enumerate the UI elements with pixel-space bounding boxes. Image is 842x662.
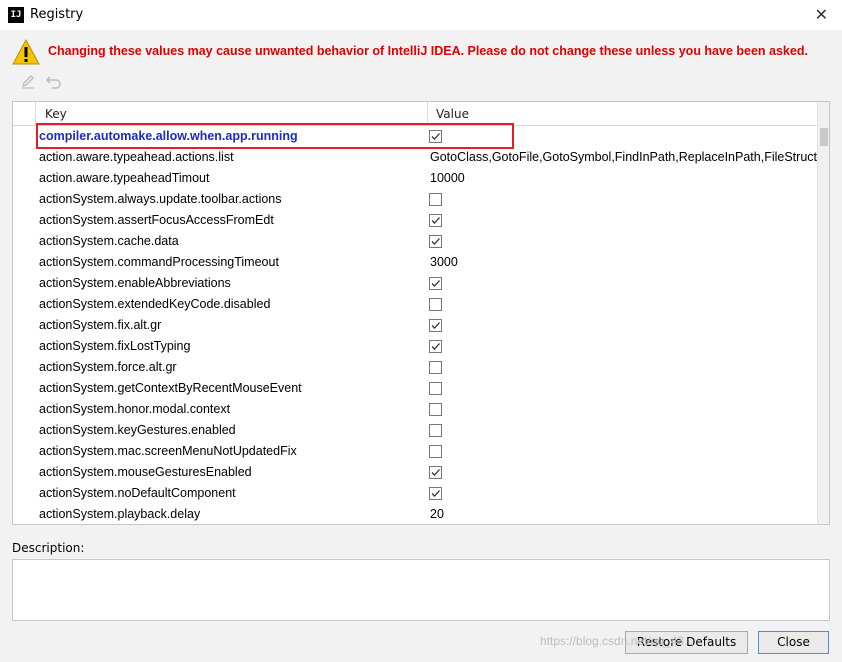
value-checkbox[interactable]: [429, 130, 442, 143]
warning-banner: Changing these values may cause unwanted…: [12, 38, 838, 66]
row-key: actionSystem.fixLostTyping: [39, 339, 191, 353]
value-checkbox[interactable]: [429, 361, 442, 374]
table-row[interactable]: actionSystem.assertFocusAccessFromEdt: [13, 210, 817, 231]
value-checkbox[interactable]: [429, 445, 442, 458]
row-key: actionSystem.honor.modal.context: [39, 402, 231, 416]
value-checkbox[interactable]: [429, 487, 442, 500]
intellij-app-icon: IJ: [8, 7, 24, 23]
header-divider: [35, 102, 36, 125]
header-divider: [427, 102, 428, 125]
description-label: Description:: [12, 541, 85, 555]
description-box: [12, 559, 830, 621]
value-checkbox[interactable]: [429, 193, 442, 206]
value-checkbox[interactable]: [429, 214, 442, 227]
scrollbar-thumb[interactable]: [820, 128, 828, 146]
title-bar: IJ Registry ✕: [0, 0, 842, 30]
row-key: action.aware.typeahead.actions.list: [39, 150, 234, 164]
pencil-icon: [21, 75, 34, 89]
table-row[interactable]: actionSystem.getContextByRecentMouseEven…: [13, 378, 817, 399]
value-checkbox[interactable]: [429, 382, 442, 395]
undo-icon: [45, 76, 61, 89]
table-row[interactable]: actionSystem.always.update.toolbar.actio…: [13, 189, 817, 210]
table-row[interactable]: actionSystem.extendedKeyCode.disabled: [13, 294, 817, 315]
row-key: actionSystem.commandProcessingTimeout: [39, 255, 279, 269]
row-key: action.aware.typeaheadTimout: [39, 171, 210, 185]
row-key: actionSystem.keyGestures.enabled: [39, 423, 236, 437]
edit-button[interactable]: [20, 72, 38, 90]
row-key: actionSystem.force.alt.gr: [39, 360, 177, 374]
row-key: actionSystem.extendedKeyCode.disabled: [39, 297, 271, 311]
table-row[interactable]: actionSystem.mac.screenMenuNotUpdatedFix: [13, 441, 817, 462]
value-checkbox[interactable]: [429, 277, 442, 290]
table-row[interactable]: actionSystem.cache.data: [13, 231, 817, 252]
row-key: actionSystem.assertFocusAccessFromEdt: [39, 213, 274, 227]
table-row[interactable]: compiler.automake.allow.when.app.running: [13, 126, 817, 147]
row-key: actionSystem.enableAbbreviations: [39, 276, 231, 290]
column-header-key[interactable]: Key: [45, 107, 67, 121]
value-checkbox[interactable]: [429, 466, 442, 479]
value-checkbox[interactable]: [429, 319, 442, 332]
row-key: actionSystem.always.update.toolbar.actio…: [39, 192, 282, 206]
close-icon[interactable]: ✕: [815, 5, 828, 24]
table-row[interactable]: actionSystem.honor.modal.context: [13, 399, 817, 420]
value-checkbox[interactable]: [429, 235, 442, 248]
row-value[interactable]: GotoClass,GotoFile,GotoSymbol,FindInPath…: [430, 150, 820, 164]
table-row[interactable]: actionSystem.commandProcessingTimeout 300…: [13, 252, 817, 273]
value-checkbox[interactable]: [429, 340, 442, 353]
row-key: actionSystem.playback.delay: [39, 507, 201, 521]
row-key: actionSystem.mac.screenMenuNotUpdatedFix: [39, 444, 297, 458]
table-row[interactable]: actionSystem.keyGestures.enabled: [13, 420, 817, 441]
registry-table[interactable]: Key Value compiler.automake.allow.when.a…: [12, 101, 830, 525]
table-row[interactable]: actionSystem.force.alt.gr: [13, 357, 817, 378]
table-row[interactable]: actionSystem.enableAbbreviations: [13, 273, 817, 294]
row-value[interactable]: 10000: [430, 171, 820, 185]
table-body: compiler.automake.allow.when.app.running…: [13, 126, 820, 524]
row-key: actionSystem.noDefaultComponent: [39, 486, 236, 500]
value-checkbox[interactable]: [429, 403, 442, 416]
row-key: actionSystem.mouseGesturesEnabled: [39, 465, 252, 479]
restore-defaults-button[interactable]: Restore Defaults: [625, 631, 748, 654]
column-header-value[interactable]: Value: [436, 107, 469, 121]
row-value[interactable]: 3000: [430, 255, 820, 269]
table-row[interactable]: actionSystem.playback.delay 20: [13, 504, 820, 524]
row-value[interactable]: 20: [430, 507, 820, 521]
row-key: compiler.automake.allow.when.app.running: [39, 129, 298, 143]
table-row[interactable]: action.aware.typeaheadTimout 10000: [13, 168, 817, 189]
close-button[interactable]: Close: [758, 631, 829, 654]
value-checkbox[interactable]: [429, 298, 442, 311]
window-title: Registry: [30, 7, 84, 22]
value-checkbox[interactable]: [429, 424, 442, 437]
table-row[interactable]: action.aware.typeahead.actions.list GotoC…: [13, 147, 817, 168]
table-row[interactable]: actionSystem.noDefaultComponent: [13, 483, 817, 504]
table-row[interactable]: actionSystem.fix.alt.gr: [13, 315, 817, 336]
warning-text: Changing these values may cause unwanted…: [48, 44, 808, 58]
table-row[interactable]: actionSystem.mouseGesturesEnabled: [13, 462, 817, 483]
row-key: actionSystem.fix.alt.gr: [39, 318, 162, 332]
table-row[interactable]: actionSystem.fixLostTyping: [13, 336, 817, 357]
row-key: actionSystem.cache.data: [39, 234, 179, 248]
revert-button[interactable]: [45, 72, 63, 90]
vertical-scrollbar[interactable]: [817, 102, 829, 524]
warning-triangle-icon: [12, 38, 40, 65]
row-key: actionSystem.getContextByRecentMouseEven…: [39, 381, 302, 395]
table-header: Key Value: [13, 102, 817, 126]
